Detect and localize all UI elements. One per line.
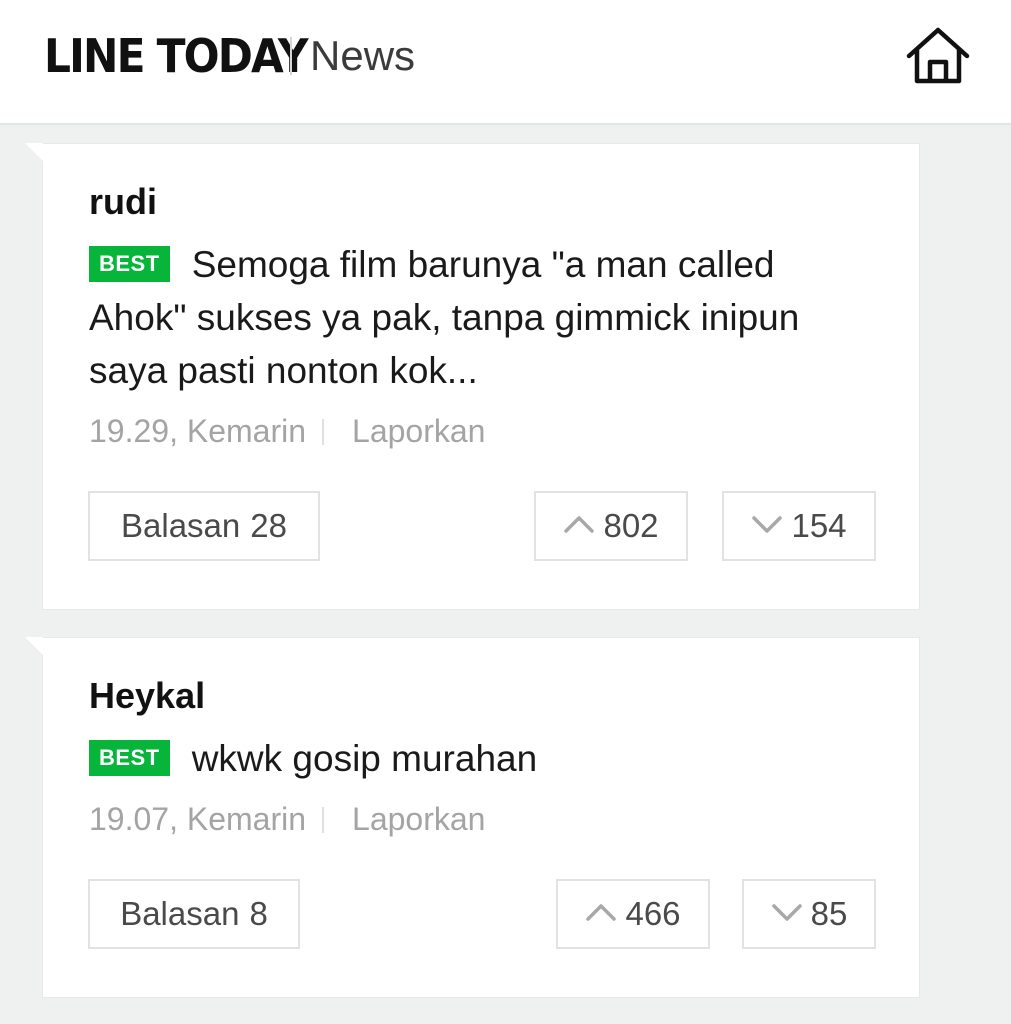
chevron-down-icon [771,904,802,921]
upvote-count: 466 [625,895,681,932]
best-badge: BEST [89,246,170,282]
downvote-count: 154 [791,507,847,544]
reply-count: 8 [249,895,268,932]
reply-label: Balasan [121,507,241,544]
line-today-logo[interactable]: LINE TODAY [44,28,309,84]
best-badge: BEST [89,740,170,776]
meta-divider [322,419,325,445]
comment-card: Heykal BEST wkwk gosip murahan 19.07, Kem… [25,637,920,998]
home-icon[interactable] [904,24,972,88]
comment-body: wkwk gosip murahan [191,738,538,779]
comment-body: Semoga film barunya "a man called Ahok" … [89,244,800,391]
chevron-up-icon [586,904,617,921]
report-link[interactable]: Laporkan [352,801,485,837]
upvote-button[interactable]: 466 [556,879,710,949]
reply-button[interactable]: Balasan 8 [88,879,300,949]
section-title: News [310,32,416,79]
comment-meta: 19.07, Kemarin Laporkan [89,799,485,839]
reply-label: Balasan [120,895,240,932]
downvote-button[interactable]: 85 [742,879,876,949]
chevron-up-icon [564,516,595,533]
comment-text: BEST Semoga film barunya "a man called Ah… [89,238,879,397]
comment-time: 19.07, Kemarin [89,801,307,837]
top-header: LINE TODAY News [0,0,1011,125]
chevron-down-icon [752,516,783,533]
comment-meta: 19.29, Kemarin Laporkan [89,411,485,451]
comment-author[interactable]: Heykal [89,674,205,718]
upvote-count: 802 [603,507,659,544]
header-divider [290,37,292,75]
downvote-count: 85 [810,895,848,932]
meta-divider [322,807,325,833]
comment-time: 19.29, Kemarin [89,413,307,449]
downvote-button[interactable]: 154 [722,491,876,561]
comment-author[interactable]: rudi [89,180,157,224]
comment-card: rudi BEST Semoga film barunya "a man call… [25,143,920,610]
report-link[interactable]: Laporkan [352,413,485,449]
reply-button[interactable]: Balasan 28 [88,491,320,561]
comment-text: BEST wkwk gosip murahan [89,732,879,785]
upvote-button[interactable]: 802 [534,491,688,561]
reply-count: 28 [250,507,287,544]
